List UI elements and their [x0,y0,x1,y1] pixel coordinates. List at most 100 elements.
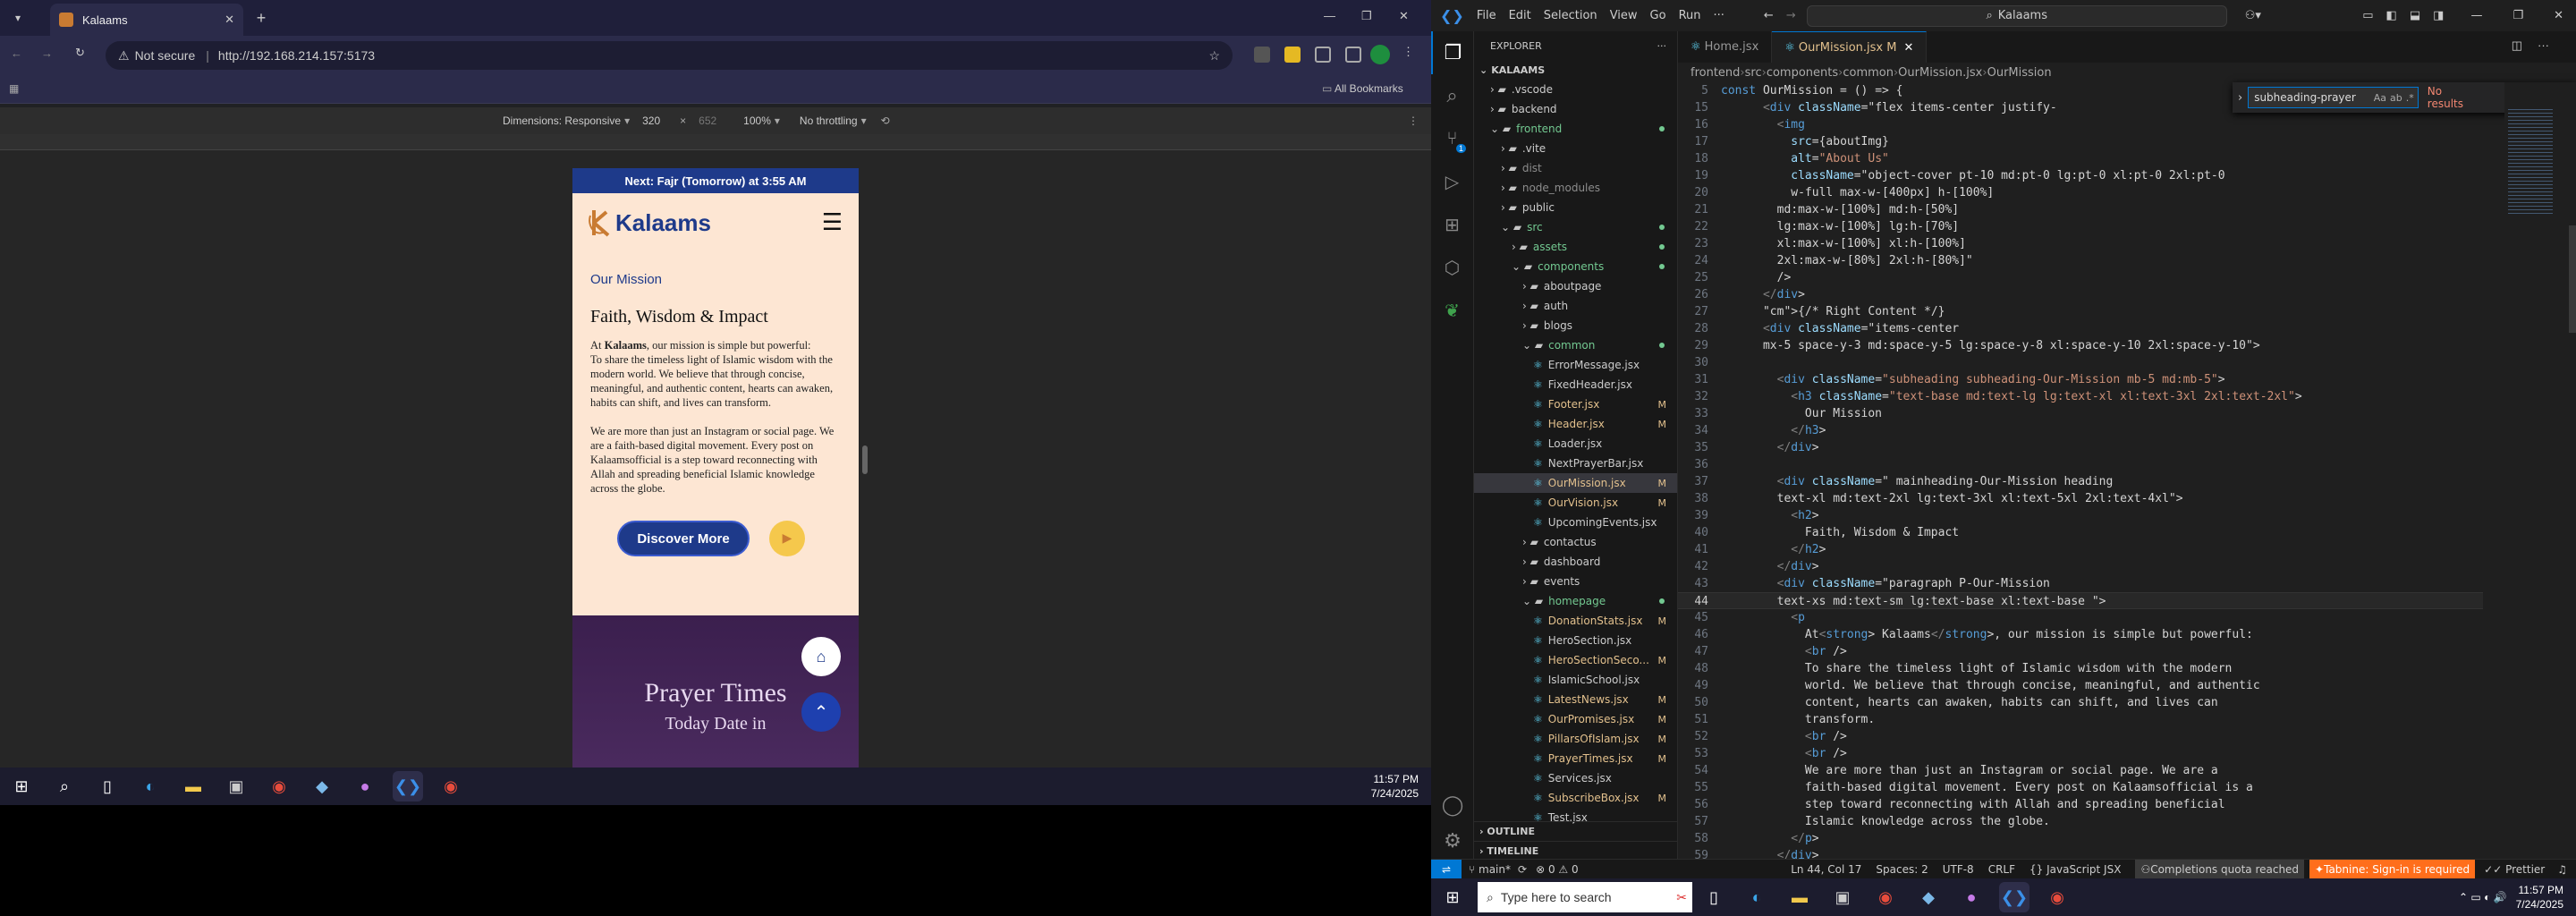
windows-start-icon[interactable]: ⊞ [6,771,37,802]
task-view-icon[interactable]: ▯ [1699,882,1729,912]
toggle-panel-icon[interactable]: ⬓ [2410,9,2420,22]
edge-icon[interactable]: ◐ [135,771,165,802]
scroll-top-button[interactable]: ⌃ [801,692,841,732]
devtools-menu-icon[interactable]: ⋮ [1408,114,1419,127]
chrome-icon[interactable]: ◉ [2042,882,2072,912]
tree-file[interactable]: ⚛ OurVision.jsx M [1474,493,1677,513]
sync-icon[interactable]: ⟳ [1518,863,1527,876]
editor-tab[interactable]: ⚛ Home.jsx [1678,31,1773,63]
windows-start-icon[interactable]: ⊞ [1437,882,1468,912]
tree-file[interactable]: ⚛ Services.jsx [1474,768,1677,788]
tree-folder[interactable]: › ▰ blogs [1474,316,1677,335]
tree-folder[interactable]: › ▰ .vscode [1474,80,1677,99]
extensions-icon[interactable]: ⊞ [1431,203,1473,246]
tree-folder[interactable]: › ▰ node_modules [1474,178,1677,198]
menu-item-3[interactable]: View [1610,9,1638,22]
mosque-icon-button[interactable]: ⌂ [801,637,841,676]
more-actions-icon[interactable]: ··· [1657,40,1667,52]
all-bookmarks-link[interactable]: ▭ All Bookmarks [1322,82,1403,95]
breadcrumb-item[interactable]: components [1767,66,1838,80]
chrome-icon[interactable]: ◉ [436,771,466,802]
breadcrumb-item[interactable]: src [1745,66,1762,80]
settings-gear-icon[interactable]: ⚙ [1431,823,1474,859]
close-window-icon[interactable]: ✕ [1399,9,1409,23]
remote-explorer-icon[interactable]: ⬡ [1431,246,1473,289]
tree-folder[interactable]: ⌄ ▰ src [1474,217,1677,237]
toggle-sidebar-icon[interactable]: ◧ [2386,9,2397,22]
menu-item-1[interactable]: Edit [1509,9,1531,22]
system-tray-icons[interactable]: ⌃ ▭ ◐ 🔊 [2459,891,2507,903]
split-editor-icon[interactable]: ◫ [2512,38,2522,53]
git-branch[interactable]: ⑂ main* [1469,863,1511,876]
edge-icon[interactable]: ◐ [1741,882,1772,912]
close-window-icon[interactable]: ✕ [2554,9,2563,22]
encoding[interactable]: UTF-8 [1943,863,1974,876]
minimize-icon[interactable]: — [2470,9,2482,22]
nav-back-icon[interactable]: ← [1764,9,1774,22]
timeline-section[interactable]: › TIMELINE [1474,841,1678,861]
rotate-icon[interactable]: ⟲ [881,114,890,127]
file-explorer-icon[interactable]: ▬ [1784,882,1815,912]
run-debug-icon[interactable]: ▷ [1431,160,1473,203]
tree-file[interactable]: ⚛ IslamicSchool.jsx [1474,670,1677,690]
width-input[interactable]: 320 [642,114,660,127]
remote-indicator-icon[interactable]: ⇌ [1431,859,1462,879]
reload-icon[interactable]: ↻ [75,46,85,60]
tree-folder[interactable]: › ▰ aboutpage [1474,276,1677,296]
clock[interactable]: 11:57 PM 7/24/2025 [2516,883,2563,912]
cursor-position[interactable]: Ln 44, Col 17 [1791,863,1861,876]
copilot-quota[interactable]: ⚇ Completions quota reached [2135,859,2305,879]
height-input[interactable]: 652 [699,114,716,127]
find-input[interactable]: subheading-prayer Aa ab .* [2248,87,2419,108]
github-desktop-icon[interactable]: ● [1956,882,1987,912]
outline-section[interactable]: › OUTLINE [1474,821,1678,841]
notifications-bell-icon[interactable]: ♫ [2557,863,2567,876]
logo-text[interactable]: Kalaams [615,209,711,237]
tree-folder[interactable]: › ▰ contactus [1474,532,1677,552]
tree-folder[interactable]: › ▰ assets [1474,237,1677,257]
nav-forward-icon[interactable]: → [1786,9,1796,22]
store-icon[interactable]: ▣ [1827,882,1858,912]
code-editor[interactable]: 5 const OurMission = () => {15 <div class… [1678,82,2483,862]
profile-avatar[interactable] [1370,45,1390,64]
tree-folder[interactable]: › ▰ .vite [1474,139,1677,158]
tree-folder[interactable]: › ▰ events [1474,572,1677,591]
tree-file[interactable]: ⚛ PrayerTimes.jsx M [1474,749,1677,768]
menu-item-2[interactable]: Selection [1544,9,1597,22]
close-tab-icon[interactable]: ✕ [225,13,234,27]
menu-item-5[interactable]: Run [1679,9,1701,22]
chrome-icon[interactable]: ◉ [1870,882,1901,912]
indentation[interactable]: Spaces: 2 [1876,863,1928,876]
tree-file[interactable]: ⚛ OurPromises.jsx M [1474,709,1677,729]
layout-icon[interactable]: ▭ [2362,9,2373,22]
copilot-icon[interactable]: ⚇▾ [2245,9,2261,22]
menu-item-0[interactable]: File [1477,9,1496,22]
match-case-icon[interactable]: Aa [2374,92,2386,104]
menu-item-6[interactable]: ··· [1714,9,1724,22]
file-explorer-icon[interactable]: ▬ [178,771,208,802]
search-icon[interactable]: ⌕ [49,771,80,802]
tree-folder[interactable]: › ▰ auth [1474,296,1677,316]
prettier-status[interactable]: ✓✓ Prettier [2484,863,2545,876]
throttling-dropdown[interactable]: No throttling [800,114,858,127]
menu-item-4[interactable]: Go [1650,9,1666,22]
vscode-icon[interactable]: ❮❯ [1999,882,2029,912]
task-view-icon[interactable]: ▯ [92,771,123,802]
breadcrumb-item[interactable]: OurMission [1987,66,2052,80]
zoom-dropdown[interactable]: 100% [743,114,771,127]
minimap[interactable] [2504,82,2576,852]
tree-folder[interactable]: › ▰ dist [1474,158,1677,178]
forward-icon[interactable]: → [41,47,53,60]
tree-folder[interactable]: ⌄ ▰ homepage [1474,591,1677,611]
maximize-icon[interactable]: ❐ [1361,9,1372,23]
tree-file[interactable]: ⚛ Footer.jsx M [1474,394,1677,414]
restore-icon[interactable]: ❐ [2512,9,2523,22]
breadcrumb-item[interactable]: frontend [1690,66,1740,80]
line-ending[interactable]: CRLF [1988,863,2015,876]
accounts-icon[interactable]: ◯ [1431,787,1474,823]
editor-tab[interactable]: ⚛ OurMission.jsx M ✕ [1772,31,1928,63]
source-control-icon[interactable]: ⑂ 1 [1431,117,1473,160]
dimensions-dropdown[interactable]: Dimensions: Responsive [503,114,621,127]
breadcrumb-item[interactable]: OurMission.jsx [1898,66,1982,80]
tree-folder[interactable]: ⌄ ▰ common [1474,335,1677,355]
